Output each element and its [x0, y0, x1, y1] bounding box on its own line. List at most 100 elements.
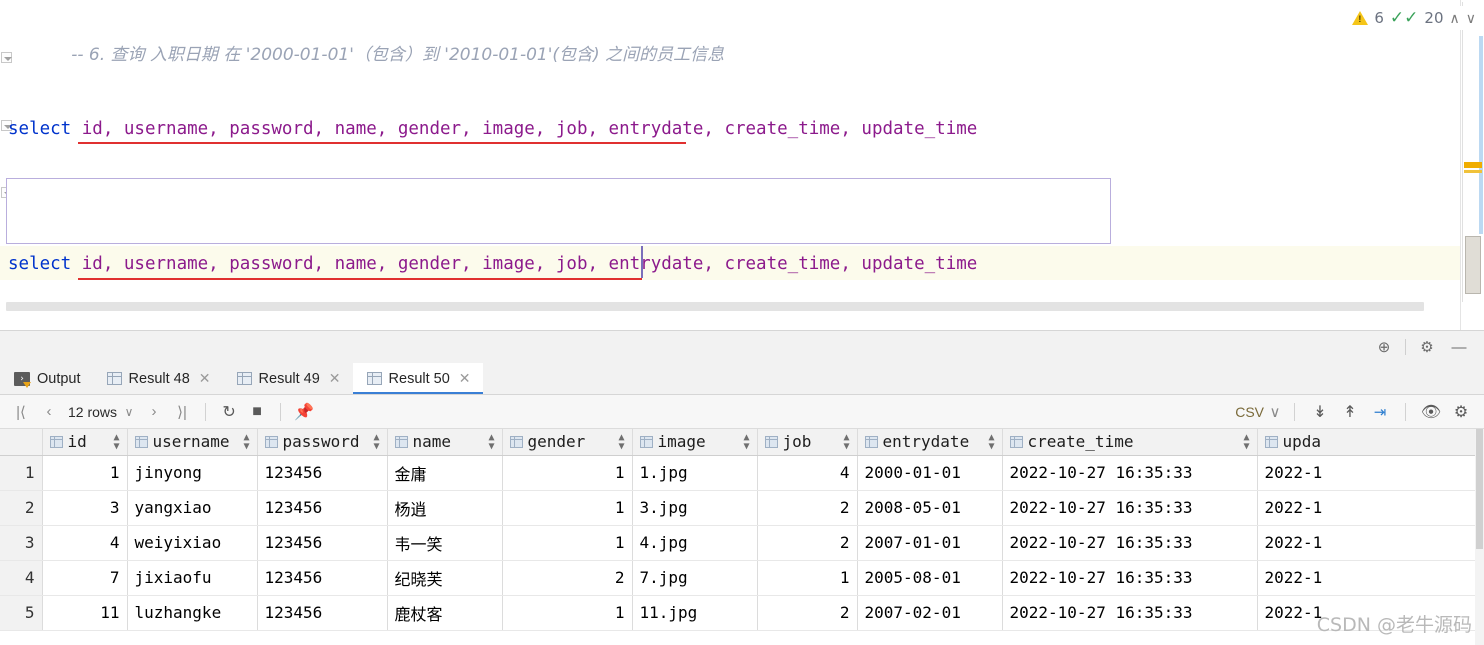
column-header-entrydate[interactable]: entrydate ▲ ▼ [857, 429, 1003, 456]
cell-gender[interactable]: 2 [502, 560, 633, 596]
sort-arrows-icon[interactable]: ▲ ▼ [743, 432, 749, 451]
cell-name[interactable]: 鹿杖客 [387, 595, 503, 631]
cell-id[interactable]: 7 [42, 560, 128, 596]
column-header-id[interactable]: id ▲ ▼ [42, 429, 128, 456]
table-row[interactable]: 2 3 yangxiao 123456 杨逍 1 3.jpg 2 2008-05… [0, 490, 1484, 526]
cell-entrydate[interactable]: 2007-01-01 [857, 525, 1003, 561]
cell-create-time[interactable]: 2022-10-27 16:35:33 [1002, 490, 1258, 526]
previous-problem-chevron-up-icon[interactable]: ∧ [1450, 10, 1460, 27]
sort-arrows-icon[interactable]: ▲ ▼ [488, 432, 494, 451]
grid-vertical-scrollbar[interactable] [1475, 429, 1484, 645]
close-icon[interactable]: ✕ [199, 370, 211, 387]
cell-gender[interactable]: 1 [502, 490, 633, 526]
cell-job[interactable]: 2 [757, 595, 858, 631]
cell-name[interactable]: 金庸 [387, 455, 503, 491]
cell-update-time[interactable]: 2022-1 [1257, 560, 1484, 596]
cell-image[interactable]: 4.jpg [632, 525, 758, 561]
cell-password[interactable]: 123456 [257, 455, 388, 491]
table-row[interactable]: 1 1 jinyong 123456 金庸 1 1.jpg 4 2000-01-… [0, 455, 1484, 491]
column-header-username[interactable]: username ▲ ▼ [127, 429, 258, 456]
editor-horizontal-scrollbar[interactable] [0, 300, 1460, 314]
cell-name[interactable]: 韦一笑 [387, 525, 503, 561]
next-problem-chevron-down-icon[interactable]: ∨ [1466, 10, 1476, 27]
tab-result-48[interactable]: Result 48 ✕ [93, 363, 223, 394]
cell-name[interactable]: 纪晓芙 [387, 560, 503, 596]
cell-create-time[interactable]: 2022-10-27 16:35:33 [1002, 525, 1258, 561]
cell-gender[interactable]: 1 [502, 455, 633, 491]
cell-username[interactable]: jinyong [127, 455, 258, 491]
tab-output[interactable]: › Output [0, 363, 93, 394]
cell-job[interactable]: 4 [757, 455, 858, 491]
cell-create-time[interactable]: 2022-10-27 16:35:33 [1002, 560, 1258, 596]
cell-create-time[interactable]: 2022-10-27 16:35:33 [1002, 455, 1258, 491]
column-header-name[interactable]: name ▲ ▼ [387, 429, 503, 456]
editor-marker-scrollbar[interactable] [1460, 0, 1484, 330]
pin-icon[interactable]: 📌 [291, 399, 317, 425]
cell-id[interactable]: 11 [42, 595, 128, 631]
warning-marker[interactable] [1464, 170, 1482, 173]
sql-editor[interactable]: -- 6. 查询 入职日期 在 '2000-01-01'（包含）到 '2010-… [0, 0, 1460, 300]
upload-icon[interactable]: ↟ [1337, 399, 1363, 425]
cell-update-time[interactable]: 2022-1 [1257, 455, 1484, 491]
cell-password[interactable]: 123456 [257, 560, 388, 596]
column-header-gender[interactable]: gender ▲ ▼ [502, 429, 633, 456]
tab-result-49[interactable]: Result 49 ✕ [223, 363, 353, 394]
cell-update-time[interactable]: 2022-1 [1257, 595, 1484, 631]
cell-job[interactable]: 2 [757, 490, 858, 526]
sort-arrows-icon[interactable]: ▲ ▼ [988, 432, 994, 451]
column-header-create-time[interactable]: create_time ▲ ▼ [1002, 429, 1258, 456]
result-grid[interactable]: id ▲ ▼ username ▲ ▼ password ▲ ▼ name ▲ ▼ gender… [0, 429, 1484, 645]
inspection-widget[interactable]: 6 ✓✓ 20 ∧ ∨ [1348, 6, 1480, 30]
cell-job[interactable]: 1 [757, 560, 858, 596]
cell-password[interactable]: 123456 [257, 525, 388, 561]
close-icon[interactable]: ✕ [459, 370, 471, 387]
cell-name[interactable]: 杨逍 [387, 490, 503, 526]
first-page-button[interactable]: |⟨ [8, 399, 34, 425]
cell-image[interactable]: 11.jpg [632, 595, 758, 631]
table-row[interactable]: 4 7 jixiaofu 123456 纪晓芙 2 7.jpg 1 2005-0… [0, 560, 1484, 596]
cell-username[interactable]: jixiaofu [127, 560, 258, 596]
sql-comment-line[interactable]: -- 6. 查询 入职日期 在 '2000-01-01'（包含）到 '2010-… [8, 4, 1460, 65]
cell-password[interactable]: 123456 [257, 490, 388, 526]
cell-username[interactable]: luzhangke [127, 595, 258, 631]
cell-job[interactable]: 2 [757, 525, 858, 561]
previous-page-button[interactable]: ‹ [36, 399, 62, 425]
chevron-down-icon[interactable]: ∨ [1268, 399, 1282, 425]
cell-id[interactable]: 4 [42, 525, 128, 561]
eye-view-icon[interactable]: 👁 [1418, 399, 1444, 425]
export-format-label[interactable]: CSV [1235, 404, 1264, 420]
cell-id[interactable]: 3 [42, 490, 128, 526]
sort-arrows-icon[interactable]: ▲ ▼ [113, 432, 119, 451]
download-icon[interactable]: ↡ [1307, 399, 1333, 425]
column-header-image[interactable]: image ▲ ▼ [632, 429, 758, 456]
cell-username[interactable]: weiyixiao [127, 525, 258, 561]
tab-result-50[interactable]: Result 50 ✕ [352, 363, 483, 394]
gear-settings-icon[interactable]: ⚙ [1448, 399, 1474, 425]
cell-username[interactable]: yangxiao [127, 490, 258, 526]
column-header-password[interactable]: password ▲ ▼ [257, 429, 388, 456]
cell-entrydate[interactable]: 2000-01-01 [857, 455, 1003, 491]
settings-gear-icon[interactable]: ⚙ [1416, 336, 1438, 358]
stop-icon[interactable]: ■ [244, 399, 270, 425]
cell-id[interactable]: 1 [42, 455, 128, 491]
next-page-button[interactable]: › [141, 399, 167, 425]
scrollbar-thumb[interactable] [1476, 429, 1483, 549]
sort-arrows-icon[interactable]: ▲ ▼ [243, 432, 249, 451]
cell-entrydate[interactable]: 2007-02-01 [857, 595, 1003, 631]
vertical-scrollbar-thumb[interactable] [1465, 236, 1481, 294]
cell-gender[interactable]: 1 [502, 595, 633, 631]
column-header-update-time[interactable]: upda [1257, 429, 1484, 456]
sort-arrows-icon[interactable]: ▲ ▼ [1243, 432, 1249, 451]
cell-gender[interactable]: 1 [502, 525, 633, 561]
green-check-icon[interactable]: ✓✓ [1390, 9, 1419, 26]
cell-image[interactable]: 7.jpg [632, 560, 758, 596]
cell-image[interactable]: 1.jpg [632, 455, 758, 491]
cell-entrydate[interactable]: 2005-08-01 [857, 560, 1003, 596]
cell-entrydate[interactable]: 2008-05-01 [857, 490, 1003, 526]
sort-arrows-icon[interactable]: ▲ ▼ [843, 432, 849, 451]
cell-create-time[interactable]: 2022-10-27 16:35:33 [1002, 595, 1258, 631]
cell-password[interactable]: 123456 [257, 595, 388, 631]
sort-arrows-icon[interactable]: ▲ ▼ [373, 432, 379, 451]
minimize-icon[interactable]: — [1448, 336, 1470, 358]
transpose-icon[interactable]: ⇥ [1367, 399, 1393, 425]
